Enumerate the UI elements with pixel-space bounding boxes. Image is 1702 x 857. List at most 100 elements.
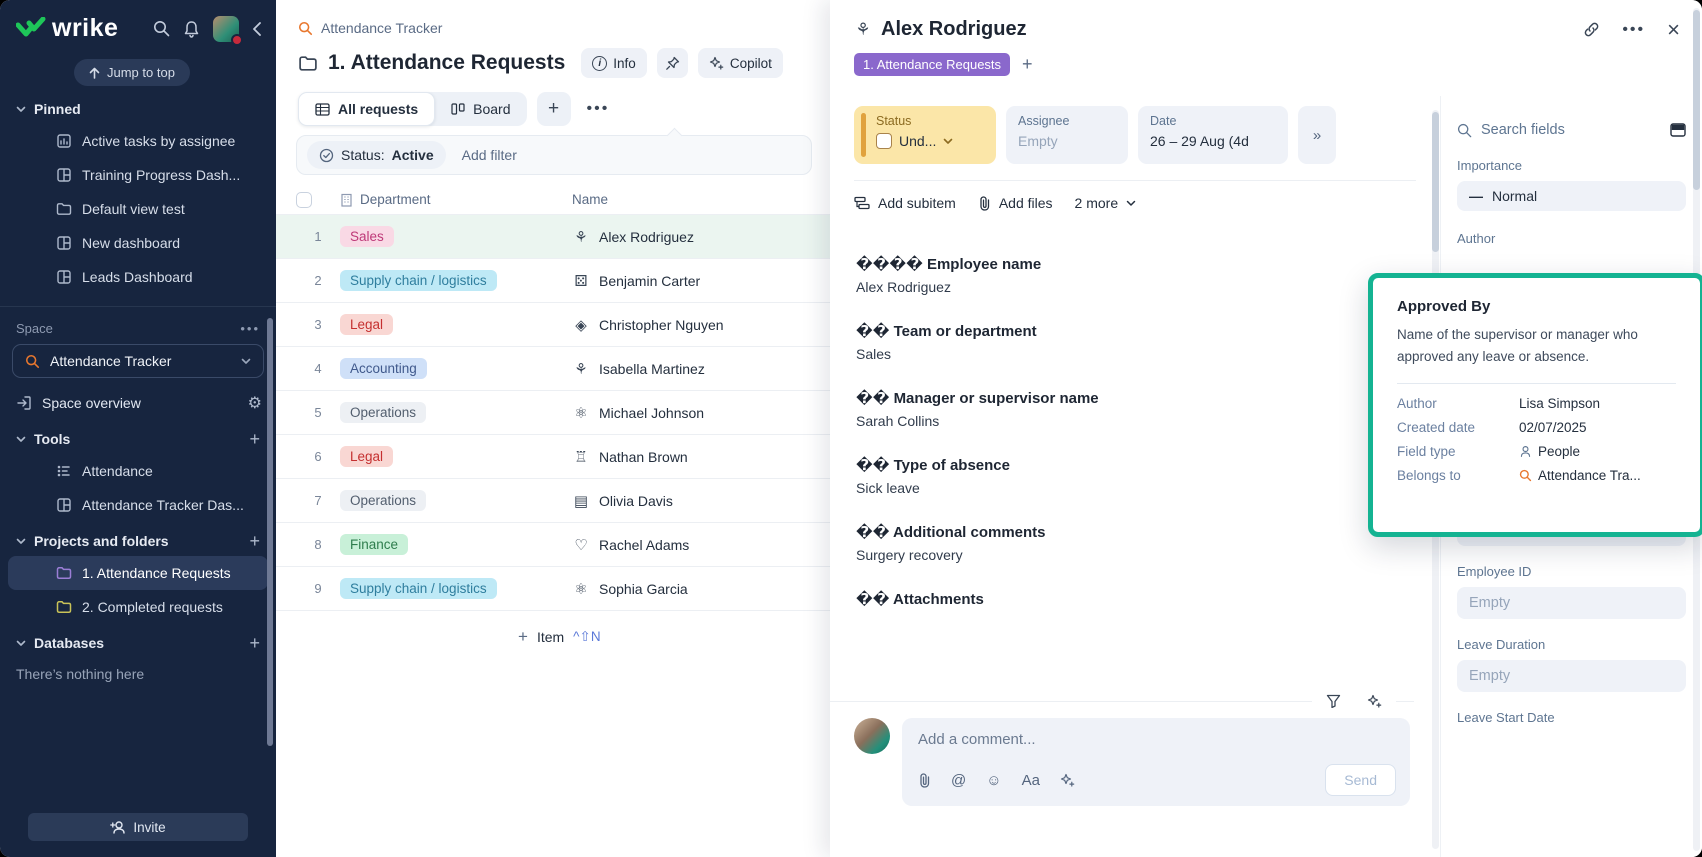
leave-duration-input[interactable]: Empty (1457, 660, 1686, 692)
tab-board[interactable]: Board (435, 92, 526, 126)
databases-section-header[interactable]: Databases + (0, 628, 276, 658)
field-value[interactable]: Sick leave (856, 480, 1440, 496)
project-tag[interactable]: 1. Attendance Requests (854, 53, 1010, 76)
wrike-logo[interactable]: wrike (16, 14, 153, 43)
right-scrollbar-thumb[interactable] (1693, 10, 1700, 190)
field-value[interactable]: Alex Rodriguez (856, 279, 1440, 295)
add-item-button[interactable]: + Item ^⇧N (276, 611, 830, 647)
table-row[interactable]: 6 Legal ♖Nathan Brown (276, 435, 830, 479)
mention-icon[interactable]: @ (951, 772, 966, 789)
status-filter-chip[interactable]: Status: Active (307, 141, 446, 169)
department-tag[interactable]: Finance (340, 534, 408, 555)
add-tool-icon[interactable]: + (249, 429, 260, 450)
tab-all-requests[interactable]: All requests (298, 92, 435, 126)
add-files-button[interactable]: Add files (978, 195, 1053, 211)
sidebar-item-active-tasks[interactable]: Active tasks by assignee (8, 124, 268, 158)
sidebar-item-completed-requests[interactable]: 2. Completed requests (8, 590, 268, 624)
pin-button[interactable] (657, 48, 688, 78)
field-value[interactable]: Surgery recovery (856, 547, 1440, 563)
department-tag[interactable]: Sales (340, 226, 394, 247)
expand-fields-button[interactable]: » (1298, 106, 1336, 164)
item-name[interactable]: Benjamin Carter (599, 273, 700, 289)
status-field[interactable]: Status Und... (854, 106, 996, 164)
space-more-icon[interactable]: ••• (240, 321, 260, 336)
table-row[interactable]: 1 Sales ⚘Alex Rodriguez (276, 215, 830, 259)
space-settings-gear-icon[interactable]: ⚙ (248, 393, 262, 413)
add-project-icon[interactable]: + (249, 531, 260, 552)
item-name[interactable]: Rachel Adams (599, 537, 689, 553)
column-header-department[interactable]: Department (340, 192, 572, 207)
detail-scrollbar-thumb[interactable] (1432, 112, 1439, 252)
department-tag[interactable]: Operations (340, 490, 426, 511)
importance-value[interactable]: — Normal (1457, 181, 1686, 211)
collapse-sidebar-icon[interactable] (252, 21, 262, 37)
search-icon[interactable] (153, 20, 170, 37)
tools-section-header[interactable]: Tools + (0, 424, 276, 454)
column-header-name[interactable]: Name (572, 192, 830, 207)
item-name[interactable]: Alex Rodriguez (599, 229, 694, 245)
invite-button[interactable]: Invite (28, 813, 248, 841)
department-tag[interactable]: Legal (340, 314, 393, 335)
department-tag[interactable]: Operations (340, 402, 426, 423)
item-name[interactable]: Nathan Brown (599, 449, 688, 465)
space-selector[interactable]: Attendance Tracker (12, 344, 264, 378)
user-avatar[interactable] (213, 16, 239, 42)
add-database-icon[interactable]: + (249, 633, 260, 654)
table-row[interactable]: 3 Legal ◈Christopher Nguyen (276, 303, 830, 347)
emoji-icon[interactable]: ☺ (986, 772, 1001, 789)
table-row[interactable]: 9 Supply chain / logistics ⚛Sophia Garci… (276, 567, 830, 611)
notifications-bell-icon[interactable] (183, 20, 200, 38)
search-fields-input[interactable]: Search fields (1481, 122, 1565, 138)
field-value[interactable]: Sales (856, 346, 1440, 362)
table-row[interactable]: 2 Supply chain / logistics ⚄Benjamin Car… (276, 259, 830, 303)
status-checkbox[interactable] (876, 133, 892, 149)
sidebar-item-default-view-test[interactable]: Default view test (8, 192, 268, 226)
item-name[interactable]: Christopher Nguyen (599, 317, 724, 333)
sidebar-item-space-overview[interactable]: Space overview ⚙ (0, 386, 276, 420)
sidebar-item-attendance-dashboard[interactable]: Attendance Tracker Das... (8, 488, 268, 522)
attach-file-icon[interactable] (918, 773, 931, 788)
table-row[interactable]: 8 Finance ♡Rachel Adams (276, 523, 830, 567)
item-name[interactable]: Olivia Davis (599, 493, 673, 509)
sidebar-item-new-dashboard[interactable]: New dashboard (8, 226, 268, 260)
ai-sparkle-icon[interactable] (1367, 694, 1382, 709)
task-more-icon[interactable]: ••• (1622, 21, 1645, 39)
add-view-button[interactable]: + (537, 92, 571, 126)
field-value[interactable]: Sarah Collins (856, 413, 1440, 429)
table-row[interactable]: 7 Operations ▤Olivia Davis (276, 479, 830, 523)
department-tag[interactable]: Accounting (340, 358, 427, 379)
views-more-icon[interactable]: ••• (581, 100, 616, 118)
breadcrumb[interactable]: Attendance Tracker (276, 0, 830, 36)
sidebar-item-leads-dashboard[interactable]: Leads Dashboard (8, 260, 268, 294)
info-button[interactable]: iInfo (581, 48, 647, 78)
assignee-field[interactable]: Assignee Empty (1006, 106, 1128, 164)
sidebar-item-training-dashboard[interactable]: Training Progress Dash... (8, 158, 268, 192)
select-all-checkbox[interactable] (296, 192, 312, 208)
sidebar-scrollbar[interactable] (267, 318, 273, 746)
pinned-section-header[interactable]: Pinned (0, 94, 276, 124)
collapse-panel-icon[interactable] (1670, 123, 1686, 137)
text-format-icon[interactable]: Aa (1022, 772, 1040, 789)
add-filter-button[interactable]: Add filter (462, 147, 517, 163)
table-row[interactable]: 5 Operations ⚛Michael Johnson (276, 391, 830, 435)
item-name[interactable]: Michael Johnson (599, 405, 704, 421)
filter-comments-icon[interactable] (1326, 694, 1341, 709)
copilot-button[interactable]: Copilot (698, 48, 783, 78)
employee-id-input[interactable]: Empty (1457, 587, 1686, 619)
item-name[interactable]: Isabella Martinez (599, 361, 705, 377)
item-name[interactable]: Sophia Garcia (599, 581, 688, 597)
department-tag[interactable]: Supply chain / logistics (340, 270, 497, 291)
sidebar-item-attendance-requests[interactable]: 1. Attendance Requests (8, 556, 268, 590)
department-tag[interactable]: Legal (340, 446, 393, 467)
add-tag-icon[interactable]: + (1022, 54, 1033, 75)
projects-section-header[interactable]: Projects and folders + (0, 526, 276, 556)
jump-to-top-button[interactable]: Jump to top (74, 59, 190, 86)
ai-sparkle-icon[interactable] (1060, 773, 1075, 788)
sidebar-item-attendance-tool[interactable]: Attendance (8, 454, 268, 488)
more-actions-button[interactable]: 2 more (1075, 195, 1137, 211)
task-title[interactable]: Alex Rodriguez (881, 18, 1027, 41)
close-icon[interactable]: × (1667, 19, 1680, 41)
department-tag[interactable]: Supply chain / logistics (340, 578, 497, 599)
add-subitem-button[interactable]: Add subitem (854, 195, 956, 211)
table-row[interactable]: 4 Accounting ⚘Isabella Martinez (276, 347, 830, 391)
